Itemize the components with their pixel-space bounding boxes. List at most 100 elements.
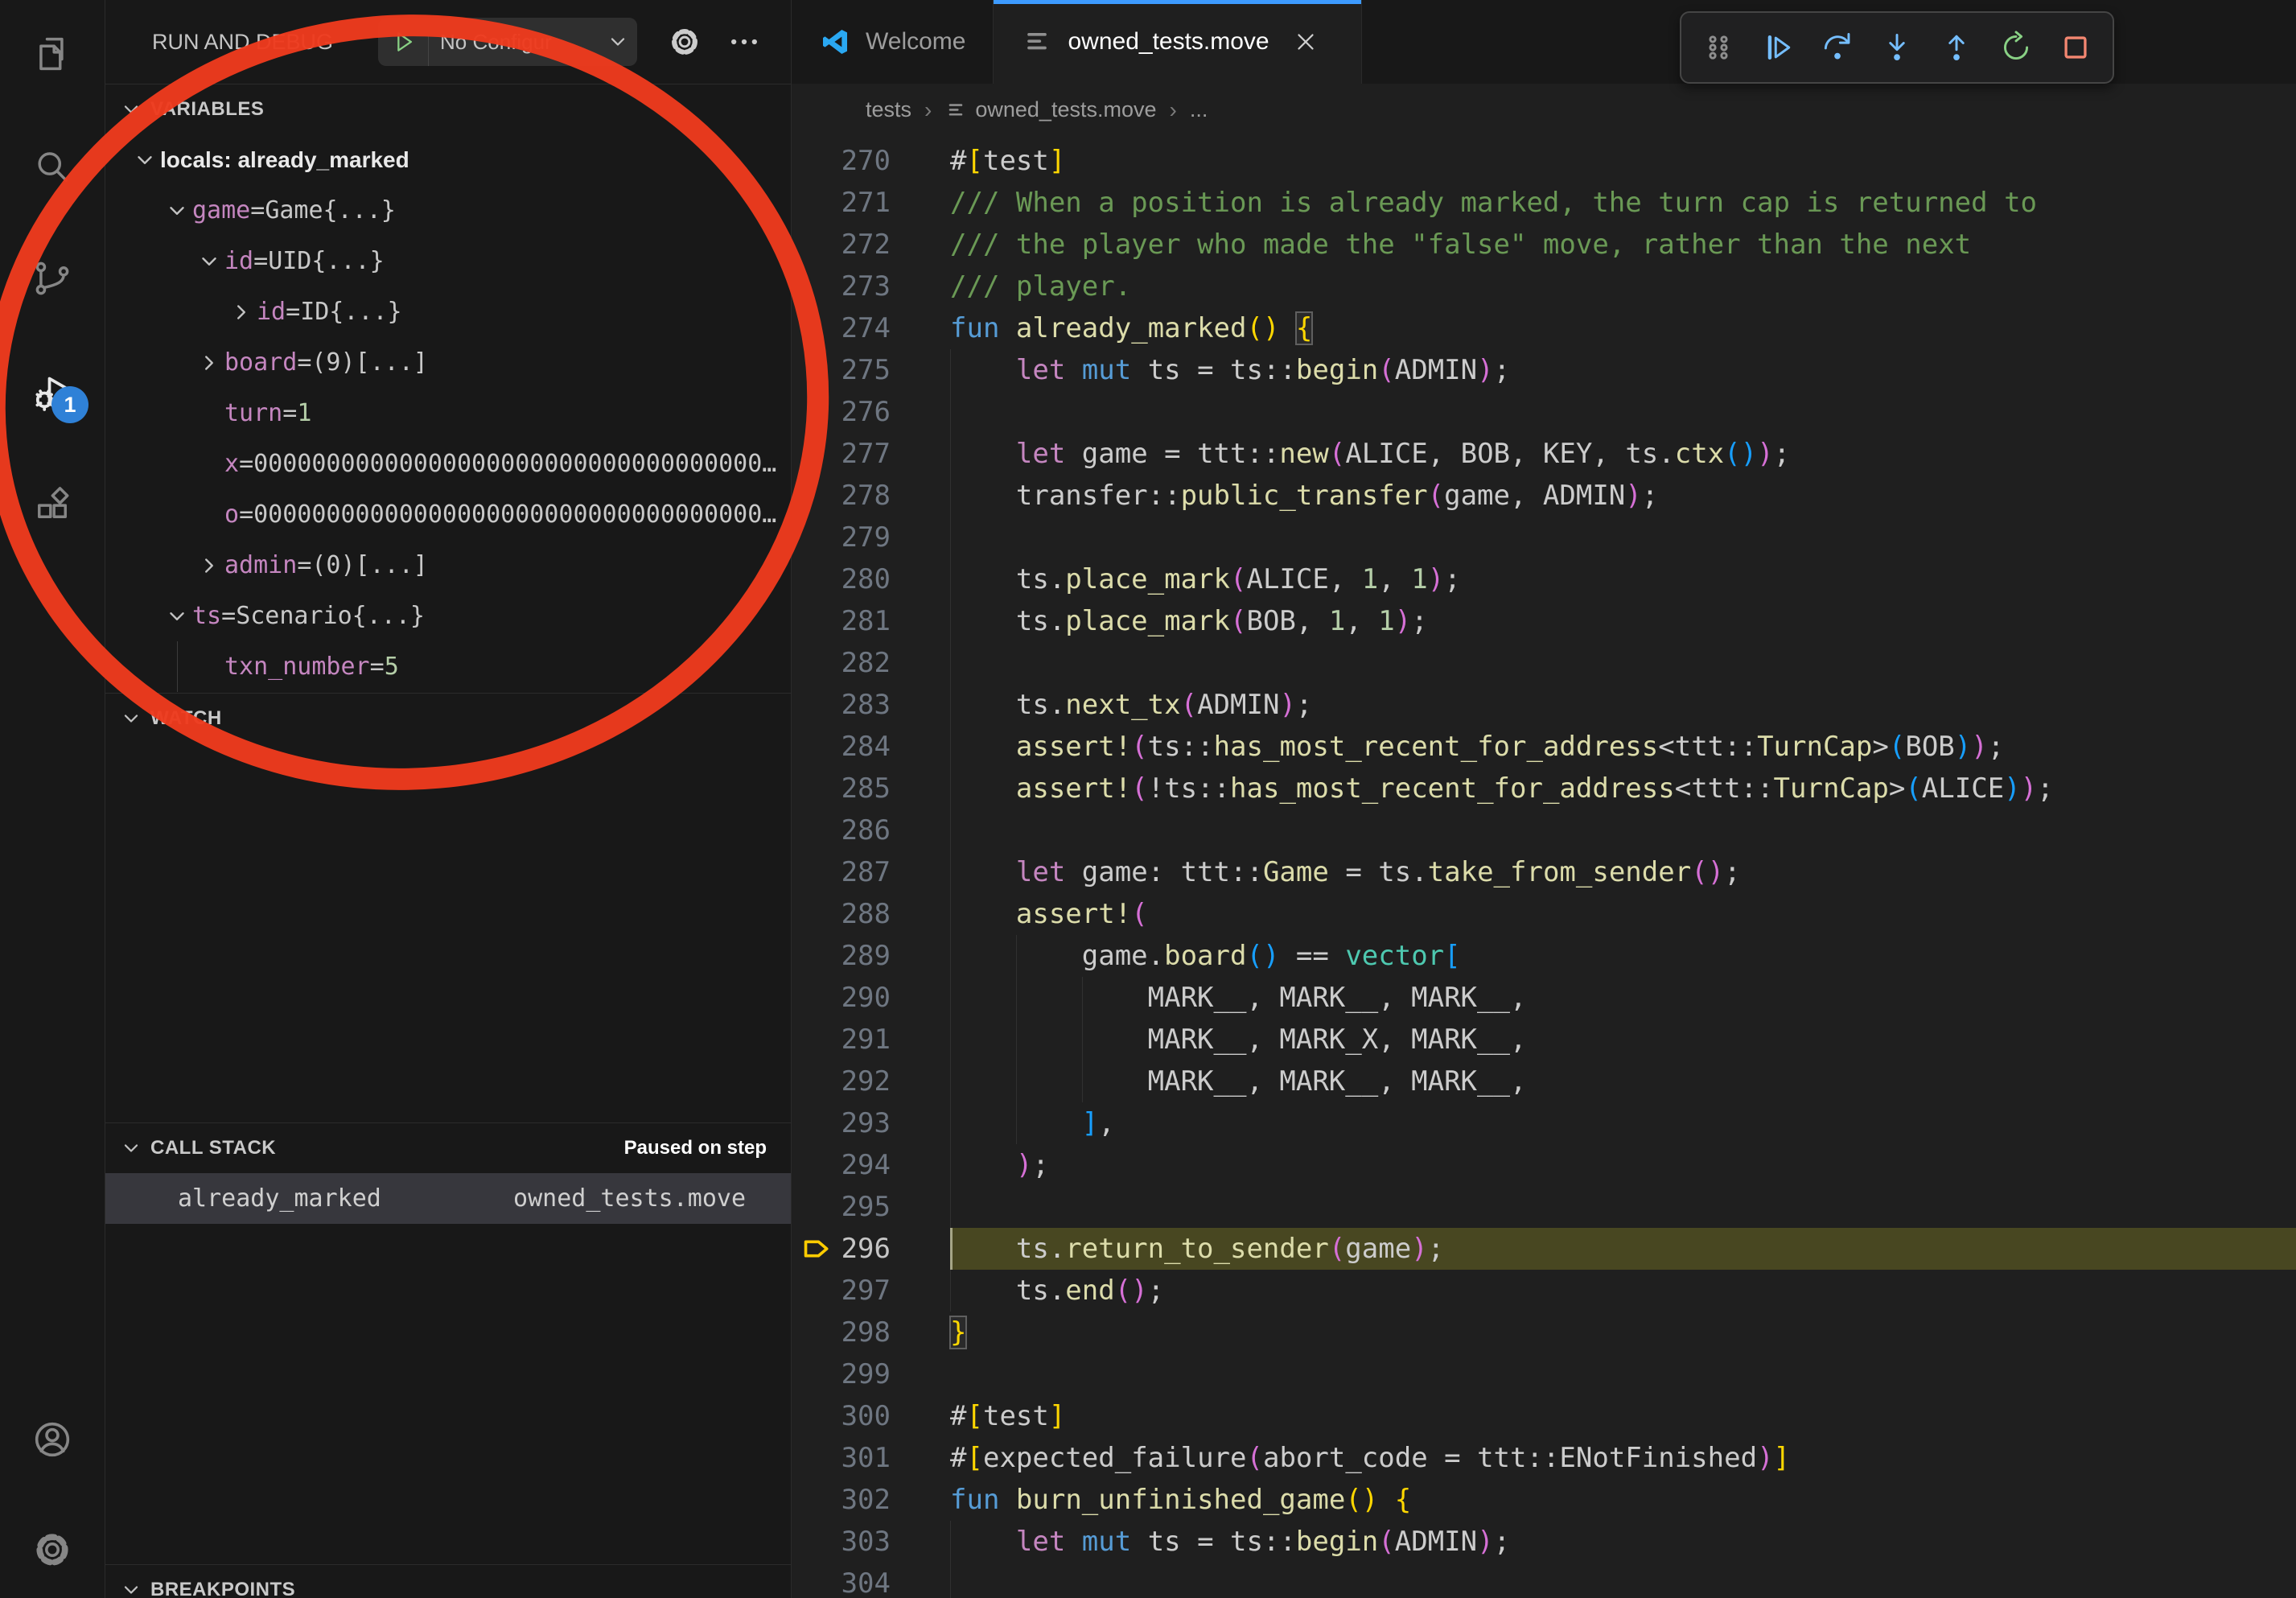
close-icon[interactable] [1292, 28, 1319, 56]
extensions-icon[interactable] [0, 465, 105, 542]
line-number[interactable]: 290 [792, 977, 950, 1019]
code-editor[interactable]: 270#[test]271/// When a position is alre… [792, 136, 2296, 1598]
code-line[interactable]: 270#[test] [792, 140, 2296, 182]
line-number[interactable]: 275 [792, 349, 950, 391]
line-number[interactable]: 294 [792, 1144, 950, 1186]
code-line-content[interactable]: #[test] [950, 1395, 2296, 1437]
code-line[interactable]: 303 let mut ts = ts::begin(ADMIN); [792, 1521, 2296, 1563]
line-number[interactable]: 288 [792, 893, 950, 935]
line-number[interactable]: 280 [792, 558, 950, 600]
chevron-right-icon[interactable] [226, 297, 257, 327]
code-line-content[interactable]: MARK__, MARK__, MARK__, [950, 1061, 2296, 1102]
code-line-content[interactable]: #[expected_failure(abort_code = ttt::ENo… [950, 1437, 2296, 1479]
line-number[interactable]: 300 [792, 1395, 950, 1437]
line-number[interactable]: 272 [792, 224, 950, 266]
variable-row[interactable]: x = 000000000000000000000000000000000000… [105, 439, 791, 489]
variable-row[interactable]: id = UID{...} [105, 236, 791, 286]
line-number[interactable]: 270 [792, 140, 950, 182]
line-number[interactable]: 297 [792, 1270, 950, 1312]
code-line-content[interactable]: let game: ttt::Game = ts.take_from_sende… [950, 851, 2296, 893]
settings-gear-icon[interactable] [0, 1511, 105, 1588]
line-number[interactable]: 301 [792, 1437, 950, 1479]
chevron-down-icon[interactable] [130, 145, 160, 175]
code-line[interactable]: 276 [792, 391, 2296, 433]
start-debug-button[interactable] [378, 18, 429, 66]
code-line[interactable]: 294 ); [792, 1144, 2296, 1186]
code-line[interactable]: 271/// When a position is already marked… [792, 182, 2296, 224]
code-line-content[interactable]: transfer::public_transfer(game, ADMIN); [950, 475, 2296, 517]
code-line-content[interactable]: game.board() == vector[ [950, 935, 2296, 977]
code-line[interactable]: 281 ts.place_mark(BOB, 1, 1); [792, 600, 2296, 642]
line-number[interactable]: 278 [792, 475, 950, 517]
code-line[interactable]: 284 assert!(ts::has_most_recent_for_addr… [792, 726, 2296, 768]
line-number[interactable]: 295 [792, 1186, 950, 1228]
code-line-content[interactable]: #[test] [950, 140, 2296, 182]
code-line-content[interactable]: assert!( [950, 893, 2296, 935]
code-line[interactable]: 279 [792, 517, 2296, 558]
code-line-content[interactable]: } [950, 1312, 2296, 1353]
breadcrumb-item[interactable]: tests [866, 97, 911, 122]
line-number[interactable]: 299 [792, 1353, 950, 1395]
code-line-content[interactable]: ts.place_mark(BOB, 1, 1); [950, 600, 2296, 642]
code-line-content[interactable]: /// When a position is already marked, t… [950, 182, 2296, 224]
debug-settings-gear-icon[interactable] [667, 24, 702, 60]
code-line-content[interactable]: ); [950, 1144, 2296, 1186]
line-number[interactable]: 289 [792, 935, 950, 977]
code-line[interactable]: 287 let game: ttt::Game = ts.take_from_s… [792, 851, 2296, 893]
restart-button[interactable] [1993, 21, 2039, 74]
code-line-content[interactable]: ts.end(); [950, 1270, 2296, 1312]
code-line[interactable]: 285 assert!(!ts::has_most_recent_for_add… [792, 768, 2296, 809]
code-line[interactable]: 291 MARK__, MARK_X, MARK__, [792, 1019, 2296, 1061]
line-number[interactable]: 285 [792, 768, 950, 809]
code-line[interactable]: 280 ts.place_mark(ALICE, 1, 1); [792, 558, 2296, 600]
code-line-content[interactable]: /// the player who made the "false" move… [950, 224, 2296, 266]
code-line-content[interactable] [950, 517, 2296, 558]
variable-row[interactable]: ts = Scenario{...} [105, 591, 791, 641]
line-number[interactable]: 271 [792, 182, 950, 224]
run-and-debug-icon[interactable]: 1 [0, 354, 105, 431]
code-line-content[interactable] [950, 1186, 2296, 1228]
continue-button[interactable] [1755, 21, 1801, 74]
code-line[interactable]: 277 let game = ttt::new(ALICE, BOB, KEY,… [792, 433, 2296, 475]
chevron-down-icon[interactable] [194, 246, 224, 277]
code-line-content[interactable]: ], [950, 1102, 2296, 1144]
line-number[interactable]: 282 [792, 642, 950, 684]
source-control-icon[interactable] [0, 240, 105, 317]
line-number[interactable]: 283 [792, 684, 950, 726]
code-line-content[interactable]: ts.place_mark(ALICE, 1, 1); [950, 558, 2296, 600]
breadcrumb-item[interactable]: owned_tests.move [944, 97, 1156, 122]
step-over-button[interactable] [1814, 21, 1861, 74]
line-number[interactable]: 303 [792, 1521, 950, 1563]
account-icon[interactable] [0, 1401, 105, 1478]
tab-welcome[interactable]: Welcome [792, 0, 994, 84]
code-line[interactable]: 293 ], [792, 1102, 2296, 1144]
variable-row[interactable]: txn_number = 5 [105, 641, 791, 692]
variable-row[interactable]: board = (9)[...] [105, 337, 791, 388]
code-line-content[interactable]: assert!(!ts::has_most_recent_for_address… [950, 768, 2296, 809]
step-out-button[interactable] [1933, 21, 1980, 74]
chevron-down-icon[interactable] [162, 196, 192, 226]
code-line[interactable]: 273/// player. [792, 266, 2296, 307]
code-line-content[interactable]: MARK__, MARK__, MARK__, [950, 977, 2296, 1019]
breakpoints-pane-header[interactable]: BREAKPOINTS [105, 1564, 791, 1598]
code-line-content[interactable] [950, 1353, 2296, 1395]
code-line-content[interactable] [950, 642, 2296, 684]
line-number[interactable]: 277 [792, 433, 950, 475]
code-line[interactable]: 297 ts.end(); [792, 1270, 2296, 1312]
code-line[interactable]: 295 [792, 1186, 2296, 1228]
code-line[interactable]: 282 [792, 642, 2296, 684]
line-number[interactable]: 286 [792, 809, 950, 851]
step-into-button[interactable] [1874, 21, 1920, 74]
code-line[interactable]: 288 assert!( [792, 893, 2296, 935]
code-line-content[interactable]: MARK__, MARK_X, MARK__, [950, 1019, 2296, 1061]
code-line[interactable]: 289 game.board() == vector[ [792, 935, 2296, 977]
watch-pane-header[interactable]: WATCH [105, 693, 791, 743]
code-line-content[interactable]: ts.next_tx(ADMIN); [950, 684, 2296, 726]
line-number[interactable]: 279 [792, 517, 950, 558]
code-line[interactable]: 302fun burn_unfinished_game() { [792, 1479, 2296, 1521]
code-line[interactable]: 292 MARK__, MARK__, MARK__, [792, 1061, 2296, 1102]
code-line-content[interactable]: assert!(ts::has_most_recent_for_address<… [950, 726, 2296, 768]
line-number[interactable]: 292 [792, 1061, 950, 1102]
code-line-content[interactable]: /// player. [950, 266, 2296, 307]
line-number[interactable]: 274 [792, 307, 950, 349]
